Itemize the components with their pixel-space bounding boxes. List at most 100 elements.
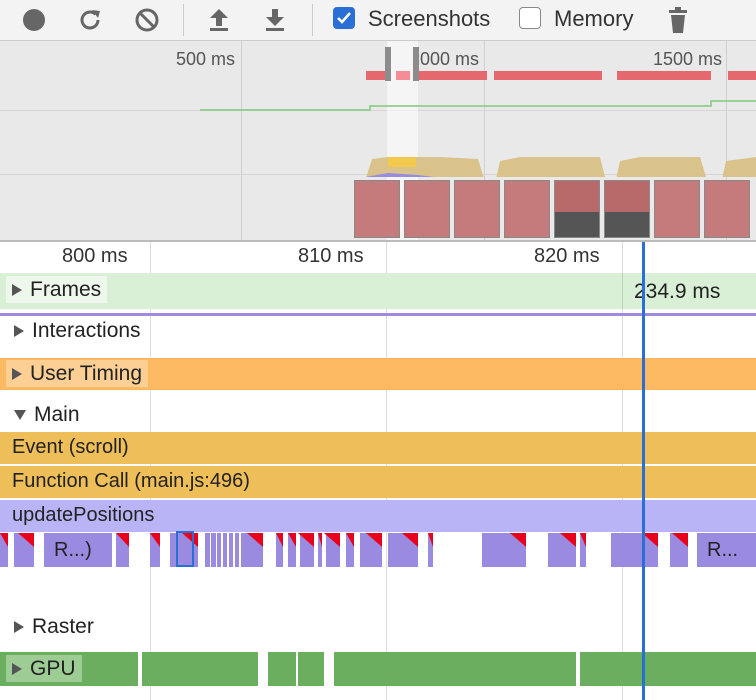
task-slice[interactable] [482, 533, 526, 567]
expand-icon [12, 662, 22, 675]
long-task-flag [580, 533, 586, 547]
gpu-slice[interactable] [334, 652, 576, 686]
memory-label[interactable]: Memory [554, 6, 633, 32]
expand-icon [12, 283, 22, 296]
task-slice[interactable] [223, 533, 227, 567]
task-slice[interactable] [229, 533, 233, 567]
reload-button[interactable] [74, 4, 106, 36]
task-slice[interactable] [241, 533, 263, 567]
long-task-flag [324, 533, 340, 547]
interactions-label: Interactions [32, 319, 141, 342]
task-slice[interactable] [288, 533, 296, 567]
screenshot-thumbnail[interactable] [654, 180, 700, 238]
fps-bar [494, 71, 602, 80]
screenshot-thumbnail[interactable] [704, 180, 750, 238]
fps-bar [728, 71, 756, 80]
task-slice[interactable] [14, 533, 34, 567]
time-cursor[interactable] [642, 242, 645, 700]
recalc-style-slice[interactable]: R...) [44, 533, 112, 567]
selection-left-handle[interactable] [385, 47, 391, 81]
clear-button[interactable] [131, 4, 163, 36]
overview-tick: 1500 ms [653, 49, 723, 69]
task-slice[interactable] [217, 533, 221, 567]
overview-tick: 000 ms [420, 49, 480, 69]
long-task-flag [560, 533, 576, 547]
task-slice[interactable] [580, 533, 586, 567]
main-label: Main [34, 403, 80, 426]
user-timing-label: User Timing [30, 361, 143, 385]
ruler-tick: 810 ms [298, 245, 364, 267]
screenshot-thumbnail[interactable] [354, 180, 400, 238]
frame-duration: 234.9 ms [634, 280, 721, 303]
screenshot-thumbnail[interactable] [404, 180, 450, 238]
toolbar-divider [312, 4, 313, 36]
frames-label: Frames [30, 277, 102, 301]
gpu-header[interactable]: GPU [6, 655, 82, 682]
screenshot-thumbnail[interactable] [604, 180, 650, 238]
long-task-flag [0, 533, 8, 547]
task-slice[interactable] [318, 533, 322, 567]
screenshot-thumbnail[interactable] [454, 180, 500, 238]
save-profile-button[interactable] [259, 4, 291, 36]
reload-icon [80, 10, 100, 30]
screenshot-thumbnail[interactable] [504, 180, 550, 238]
main-header[interactable]: Main [14, 403, 80, 427]
task-slice[interactable] [548, 533, 576, 567]
download-icon [266, 9, 284, 31]
user-timing-header[interactable]: User Timing [6, 360, 149, 387]
selection-right-handle[interactable] [413, 47, 419, 81]
ruler-tick: 800 ms [62, 245, 128, 267]
task-slice[interactable] [611, 533, 658, 567]
collapse-icon [14, 410, 26, 420]
task-slice[interactable] [428, 533, 433, 567]
selected-slice[interactable] [176, 531, 194, 567]
task-slice[interactable] [346, 533, 354, 567]
screenshot-thumbnail[interactable] [554, 180, 600, 238]
memory-checkbox[interactable] [519, 7, 541, 29]
task-slice[interactable] [211, 533, 216, 567]
timeline-overview[interactable]: 500 ms 000 ms 1500 ms [0, 41, 756, 240]
long-task-flag [366, 533, 382, 547]
expand-icon [14, 621, 24, 633]
screenshot-strip [354, 180, 756, 238]
task-slice[interactable] [235, 533, 239, 567]
collect-garbage-button[interactable] [662, 4, 694, 36]
frames-header[interactable]: Frames [6, 276, 108, 303]
record-icon [23, 9, 45, 31]
load-profile-button[interactable] [203, 4, 235, 36]
fps-bar [366, 71, 386, 80]
long-task-flag [428, 533, 433, 547]
task-slice[interactable] [276, 533, 283, 567]
long-task-flag [150, 533, 160, 547]
frame-separator [622, 273, 623, 309]
record-button[interactable] [18, 4, 50, 36]
screenshots-checkbox[interactable] [333, 7, 355, 29]
task-slice[interactable] [205, 533, 210, 567]
long-task-flag [402, 533, 418, 547]
gpu-slice[interactable] [580, 652, 756, 686]
long-task-flag [247, 533, 263, 547]
interactions-header[interactable]: Interactions [14, 319, 141, 343]
raster-header[interactable]: Raster [14, 615, 94, 639]
screenshots-label[interactable]: Screenshots [368, 6, 490, 32]
task-slice[interactable] [116, 533, 129, 567]
raster-label: Raster [32, 615, 94, 638]
task-slice[interactable] [150, 533, 160, 567]
upload-icon [210, 9, 228, 31]
overview-tick: 500 ms [176, 49, 236, 69]
task-slice[interactable] [0, 533, 8, 567]
task-slice[interactable] [670, 533, 688, 567]
toolbar: Screenshots Memory [0, 0, 756, 41]
expand-icon [14, 325, 24, 337]
task-slice[interactable] [298, 533, 314, 567]
long-task-flag [18, 533, 34, 547]
gpu-slice[interactable] [298, 652, 324, 686]
gpu-slice[interactable] [142, 652, 258, 686]
task-slice[interactable] [360, 533, 382, 567]
gpu-slice[interactable] [268, 652, 296, 686]
task-slice[interactable] [324, 533, 340, 567]
recalc-style-slice[interactable]: R... [697, 533, 756, 567]
long-task-flag [298, 533, 314, 547]
task-slice[interactable] [388, 533, 418, 567]
gpu-label: GPU [30, 656, 76, 680]
